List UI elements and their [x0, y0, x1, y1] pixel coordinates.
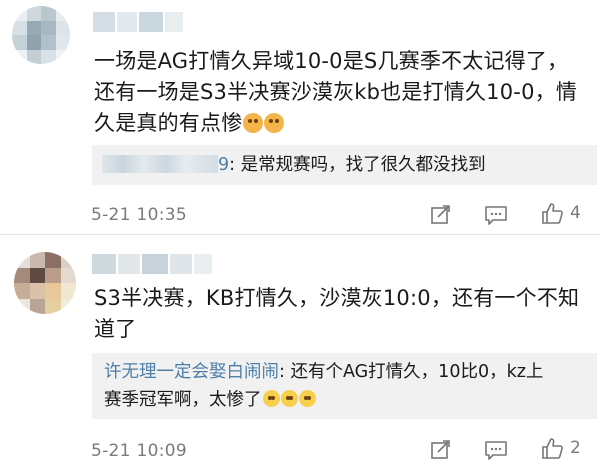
- comment-text-line: 还有一场是S3半决赛沙漠灰kb也是打情久10-0，情: [94, 80, 578, 104]
- comment-button[interactable]: [484, 205, 508, 226]
- comment-date: 5-21 10:09: [91, 441, 187, 461]
- username-blurred[interactable]: [93, 12, 183, 32]
- comment-button[interactable]: [484, 440, 508, 461]
- username-blurred[interactable]: [92, 254, 212, 274]
- comment-text-line: S3半决赛，KB打情久，沙漠灰10:0，还有一个不知: [94, 286, 580, 310]
- share-edit-icon: [431, 440, 450, 459]
- comment-text: 一场是AG打情久异域10-0是S几赛季不太记得了， 还有一场是S3半决赛沙漠灰k…: [94, 46, 594, 139]
- repost-button[interactable]: [430, 204, 452, 226]
- avatar-mosaic: [12, 6, 70, 64]
- comment-text-fragment: 久是真的有点惨: [94, 111, 243, 135]
- comment-text: S3半决赛，KB打情久，沙漠灰10:0，还有一个不知 道了: [94, 283, 584, 345]
- avatar[interactable]: [12, 6, 70, 64]
- laugh-cry-icon: [262, 390, 280, 407]
- reply-text: : 还有个AG打情久，10比0，kz上: [279, 362, 544, 382]
- reply-text: 赛季冠军啊，太惨了: [104, 390, 262, 410]
- like-count: 2: [570, 438, 581, 458]
- share-edit-icon: [431, 205, 450, 224]
- dog-icon: [264, 113, 285, 133]
- repost-button[interactable]: [430, 439, 452, 461]
- comment-item: S3半决赛，KB打情久，沙漠灰10:0，还有一个不知 道了 许无理一定会娶白闹闹…: [0, 235, 600, 472]
- comment-icon: [485, 206, 507, 225]
- avatar-mosaic: [14, 252, 76, 314]
- like-button[interactable]: 4: [540, 201, 581, 225]
- like-count: 4: [570, 203, 581, 223]
- thumbs-up-icon: [542, 438, 563, 459]
- avatar[interactable]: [14, 252, 76, 314]
- reply-line: 赛季冠军啊，太惨了: [104, 386, 585, 414]
- comment-text-line: 一场是AG打情久异域10-0是S几赛季不太记得了，: [94, 49, 569, 73]
- reply-line: 许无理一定会娶白闹闹: 还有个AG打情久，10比0，kz上: [104, 358, 585, 386]
- laugh-cry-icon: [298, 390, 316, 407]
- comment-item: 一场是AG打情久异域10-0是S几赛季不太记得了， 还有一场是S3半决赛沙漠灰k…: [0, 0, 600, 234]
- thumbs-up-icon: [542, 203, 563, 224]
- replier-name[interactable]: 许无理一定会娶白闹闹: [104, 362, 279, 382]
- comment-icon: [485, 441, 507, 460]
- laugh-cry-icon: [280, 390, 298, 407]
- comment-date: 5-21 10:35: [91, 205, 187, 225]
- like-button[interactable]: 2: [540, 436, 581, 460]
- reply-preview[interactable]: 9: 是常规赛吗，找了很久都没找到: [92, 145, 597, 185]
- reply-text: : 是常规赛吗，找了很久都没找到: [229, 155, 486, 175]
- replier-name-suffix[interactable]: 9: [218, 155, 229, 175]
- comment-text-line: 道了: [94, 317, 137, 341]
- replier-name-blurred[interactable]: [102, 155, 218, 173]
- dog-icon: [243, 113, 264, 133]
- comment-text-line: 久是真的有点惨: [94, 108, 594, 139]
- reply-preview[interactable]: 许无理一定会娶白闹闹: 还有个AG打情久，10比0，kz上 赛季冠军啊，太惨了: [92, 353, 597, 419]
